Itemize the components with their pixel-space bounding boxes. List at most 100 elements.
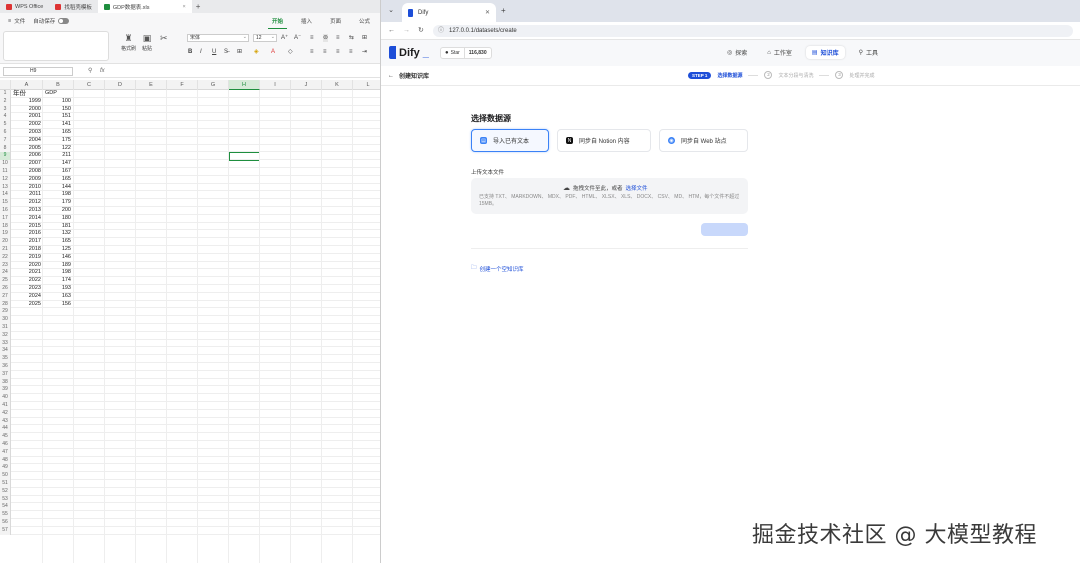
row-header[interactable]: 52 xyxy=(0,487,11,496)
cell-gdp[interactable]: 211 xyxy=(43,152,71,160)
cell-year[interactable]: 2001 xyxy=(11,113,41,121)
cell-gdp[interactable]: GDP xyxy=(45,90,57,98)
column-header-i[interactable]: I xyxy=(260,80,291,90)
row-header[interactable]: 30 xyxy=(0,316,11,324)
row-header[interactable]: 32 xyxy=(0,331,11,340)
row-header[interactable]: 43 xyxy=(0,417,11,426)
select-all-corner[interactable] xyxy=(0,80,11,90)
forward-arrow-icon[interactable]: → xyxy=(403,26,410,36)
toggle-icon[interactable] xyxy=(58,18,70,24)
file-dropzone[interactable]: ☁ 拖拽文件至此，或者 选择文件 已支持 TXT、 MARKDOWN、 MDX、… xyxy=(471,178,748,214)
cell-gdp[interactable]: 179 xyxy=(43,199,71,207)
cell-gdp[interactable]: 165 xyxy=(43,176,71,184)
cell-year[interactable]: 2023 xyxy=(11,285,41,293)
cell-year[interactable]: 2007 xyxy=(11,160,41,168)
align-middle-icon[interactable]: ⊜ xyxy=(323,34,329,42)
row-header[interactable]: 55 xyxy=(0,511,11,519)
row-header[interactable]: 14 xyxy=(0,191,11,200)
row-header[interactable]: 20 xyxy=(0,238,11,246)
font-color-icon[interactable]: A xyxy=(271,48,275,56)
row-header[interactable]: 22 xyxy=(0,253,11,262)
row-header[interactable]: 39 xyxy=(0,386,11,395)
row-header[interactable]: 16 xyxy=(0,207,11,215)
back-arrow-icon[interactable]: ← xyxy=(388,26,395,36)
column-header-h[interactable]: H xyxy=(229,80,260,90)
cell-gdp[interactable]: 198 xyxy=(43,191,71,199)
row-header[interactable]: 5 xyxy=(0,121,11,129)
source-import-text[interactable]: ▤ 导入已有文本 xyxy=(471,129,549,152)
row-header[interactable]: 1 xyxy=(0,90,11,98)
cell-year[interactable]: 2021 xyxy=(11,269,41,277)
cell-gdp[interactable]: 200 xyxy=(43,207,71,215)
row-header[interactable]: 46 xyxy=(0,441,11,449)
column-header-d[interactable]: D xyxy=(105,80,136,90)
cut-button[interactable]: ✂ xyxy=(160,34,168,43)
row-header[interactable]: 23 xyxy=(0,261,11,270)
cell-gdp[interactable]: 141 xyxy=(43,121,71,129)
cell-year[interactable]: 2014 xyxy=(11,215,41,223)
selected-cell[interactable] xyxy=(229,152,260,162)
next-button[interactable] xyxy=(701,223,748,236)
row-header[interactable]: 40 xyxy=(0,394,11,402)
cell-year[interactable]: 2010 xyxy=(11,184,41,192)
clear-format-icon[interactable]: ◇ xyxy=(288,48,293,56)
name-box[interactable]: H9 xyxy=(3,67,73,76)
row-header[interactable]: 7 xyxy=(0,136,11,145)
row-header[interactable]: 37 xyxy=(0,370,11,379)
cell-year[interactable]: 2003 xyxy=(11,129,41,137)
strikethrough-icon[interactable]: S̶ xyxy=(224,48,228,56)
zoom-search-icon[interactable]: ⚲ xyxy=(88,67,92,76)
row-header[interactable]: 25 xyxy=(0,277,11,285)
row-header[interactable]: 28 xyxy=(0,300,11,309)
column-header-l[interactable]: L xyxy=(353,80,380,90)
row-header[interactable]: 49 xyxy=(0,464,11,473)
row-header[interactable]: 53 xyxy=(0,495,11,504)
row-header[interactable]: 15 xyxy=(0,199,11,207)
row-header[interactable]: 6 xyxy=(0,129,11,137)
cell-gdp[interactable]: 156 xyxy=(43,301,71,309)
row-header[interactable]: 13 xyxy=(0,183,11,192)
column-header-a[interactable]: A xyxy=(11,80,43,90)
row-header[interactable]: 33 xyxy=(0,339,11,348)
row-header[interactable]: 10 xyxy=(0,160,11,168)
wps-tab-templates[interactable]: 找稻壳模板 xyxy=(49,0,98,13)
menu-tab-insert[interactable]: 插入 xyxy=(297,13,316,29)
cell-year[interactable]: 2018 xyxy=(11,246,41,254)
cell-gdp[interactable]: 125 xyxy=(43,246,71,254)
row-header[interactable]: 4 xyxy=(0,113,11,122)
bold-button[interactable]: B xyxy=(188,48,192,56)
nav-studio[interactable]: ⌂ 工作室 xyxy=(761,46,798,59)
cell-year[interactable]: 2008 xyxy=(11,168,41,176)
cell-year[interactable]: 年份 xyxy=(13,90,26,98)
cell-year[interactable]: 2005 xyxy=(11,145,41,153)
row-header[interactable]: 41 xyxy=(0,402,11,410)
format-painter-button[interactable]: ♜ 格式刷 xyxy=(121,34,136,53)
autosave-toggle[interactable]: 自动保存 xyxy=(29,13,73,29)
cell-gdp[interactable]: 181 xyxy=(43,223,71,231)
row-header[interactable]: 36 xyxy=(0,363,11,371)
cell-year[interactable]: 2013 xyxy=(11,207,41,215)
cell-gdp[interactable]: 144 xyxy=(43,184,71,192)
cell-year[interactable]: 2000 xyxy=(11,106,41,114)
row-header[interactable]: 31 xyxy=(0,324,11,332)
nav-tools[interactable]: ⚲ 工具 xyxy=(853,46,884,59)
column-header-b[interactable]: B xyxy=(43,80,74,90)
wps-tab-home[interactable]: WPS Office xyxy=(0,0,49,13)
cell-gdp[interactable]: 147 xyxy=(43,160,71,168)
url-input[interactable]: ⓘ 127.0.0.1/datasets/create xyxy=(433,25,1073,37)
merge-icon[interactable]: ⊞ xyxy=(362,34,367,42)
font-size-select[interactable]: 12 xyxy=(253,34,277,42)
italic-button[interactable]: I xyxy=(200,48,202,56)
source-notion[interactable]: N 同步自 Notion 内容 xyxy=(557,129,651,152)
cell-gdp[interactable]: 163 xyxy=(43,293,71,301)
menu-file[interactable]: ≡ 文件 xyxy=(4,13,29,29)
decrease-font-icon[interactable]: A⁻ xyxy=(294,34,301,42)
row-header[interactable]: 12 xyxy=(0,175,11,184)
fill-color-icon[interactable]: ◈ xyxy=(254,48,259,56)
align-bottom-icon[interactable]: ≡ xyxy=(336,34,340,42)
cell-year[interactable]: 1999 xyxy=(11,98,41,106)
row-header[interactable]: 56 xyxy=(0,519,11,527)
cell-gdp[interactable]: 180 xyxy=(43,215,71,223)
cell-year[interactable]: 2019 xyxy=(11,254,41,262)
row-header[interactable]: 2 xyxy=(0,97,11,106)
